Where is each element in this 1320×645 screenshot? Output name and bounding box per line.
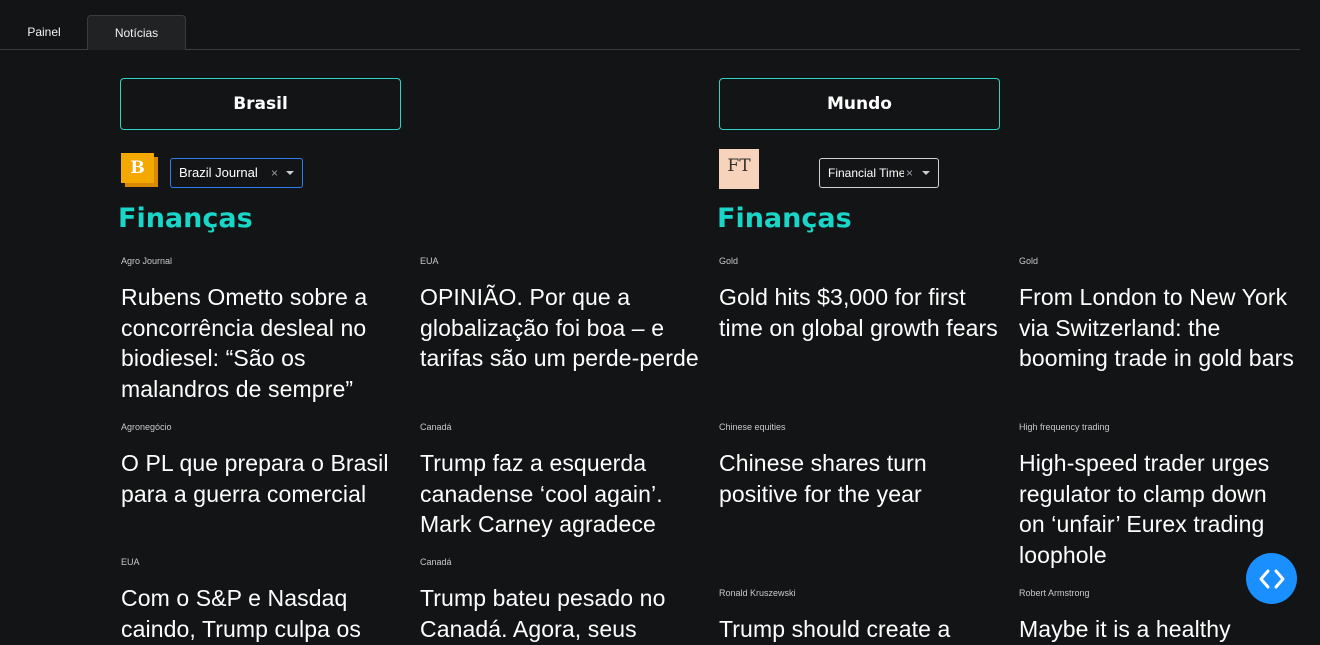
chevron-down-icon[interactable] (286, 171, 294, 175)
article-category: Agro Journal (121, 256, 173, 266)
article-title-link[interactable]: Gold hits $3,000 for first time on globa… (719, 282, 1004, 343)
code-toggle-button[interactable] (1246, 553, 1297, 604)
source-select-value: Financial Times (828, 166, 904, 180)
article-category: High frequency trading (1019, 422, 1110, 432)
article-title-link[interactable]: Com o S&P e Nasdaq caindo, Trump culpa o… (121, 583, 406, 644)
region-button-brasil[interactable]: Brasil (120, 78, 401, 130)
article-title-link[interactable]: From London to New York via Switzerland:… (1019, 282, 1299, 374)
section-title-brasil: Finanças (118, 203, 253, 234)
article-category: Robert Armstrong (1019, 588, 1090, 598)
article-title-link[interactable]: O PL que prepara o Brasil para a guerra … (121, 448, 406, 509)
clear-icon[interactable]: × (271, 159, 278, 187)
article-category: Canadá (420, 557, 452, 567)
article-title-link[interactable]: Trump should create a (719, 614, 1004, 645)
brazil-journal-logo: B (121, 153, 159, 187)
article-category: EUA (121, 557, 140, 567)
article-category: Gold (719, 256, 739, 266)
article-title-link[interactable]: Trump bateu pesado no Canadá. Agora, seu… (420, 583, 705, 644)
chevron-down-icon[interactable] (922, 171, 930, 175)
article-title-link[interactable]: High-speed trader urges regulator to cla… (1019, 448, 1299, 570)
clear-icon[interactable]: × (906, 159, 913, 187)
article-category: Ronald Kruszewski (719, 588, 796, 598)
article-category: Canadá (420, 422, 452, 432)
code-arrows-icon (1259, 569, 1285, 589)
section-title-mundo: Finanças (717, 203, 852, 234)
article-category: EUA (420, 256, 439, 266)
tab-bar: Painel Notícias (0, 0, 1300, 50)
source-select-mundo[interactable]: Financial Times × (819, 158, 939, 188)
tab-painel[interactable]: Painel (8, 15, 80, 49)
article-category: Agronegócio (121, 422, 172, 432)
financial-times-logo: FT (719, 149, 759, 189)
source-select-brasil[interactable]: Brazil Journal × (170, 158, 303, 188)
article-title-link[interactable]: Maybe it is a healthy (1019, 614, 1299, 645)
region-button-mundo[interactable]: Mundo (719, 78, 1000, 130)
article-title-link[interactable]: Trump faz a esquerda canadense ‘cool aga… (420, 448, 705, 540)
article-title-link[interactable]: OPINIÃO. Por que a globalização foi boa … (420, 282, 705, 374)
article-category: Gold (1019, 256, 1039, 266)
article-title-link[interactable]: Rubens Ometto sobre a concorrência desle… (121, 282, 406, 404)
source-select-value: Brazil Journal (179, 165, 258, 180)
article-category: Chinese equities (719, 422, 786, 432)
tab-noticias[interactable]: Notícias (87, 15, 186, 50)
article-title-link[interactable]: Chinese shares turn positive for the yea… (719, 448, 1004, 509)
